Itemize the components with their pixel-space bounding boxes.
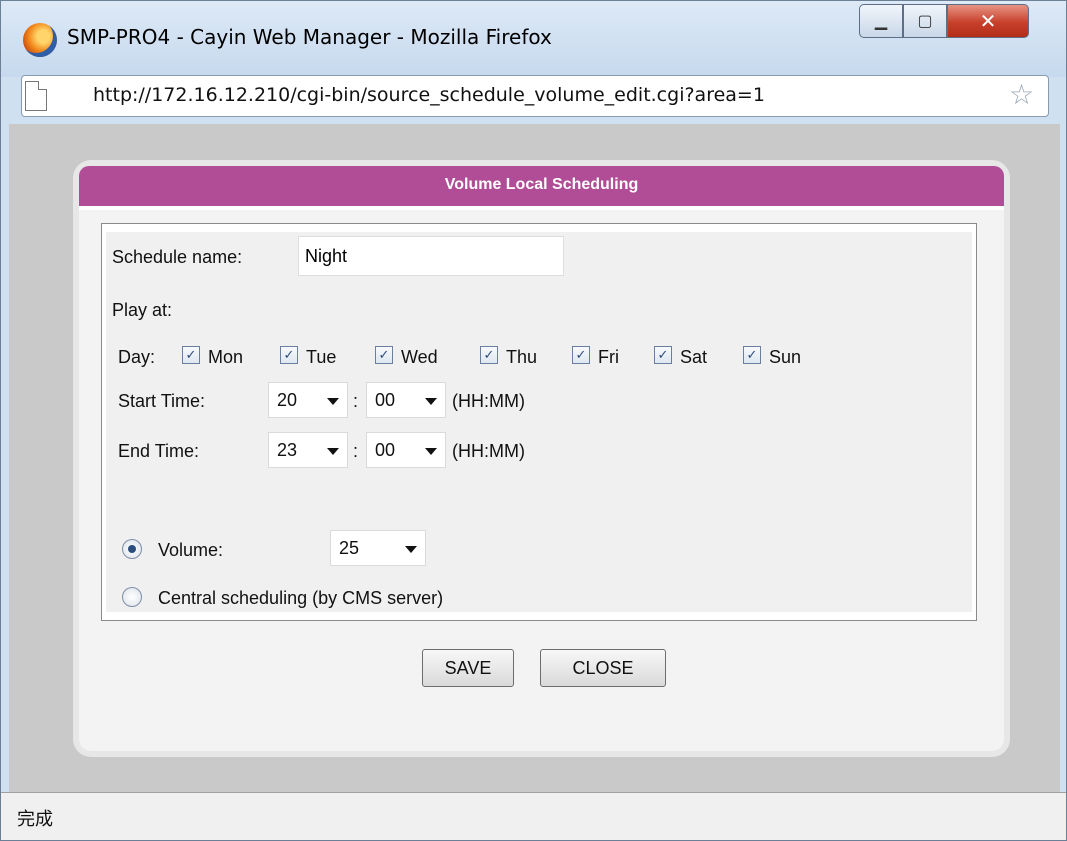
check-icon: ✓ — [575, 347, 587, 362]
schedule-dialog: Volume Local Scheduling Schedule name: P… — [79, 166, 1004, 751]
firefox-icon — [23, 23, 57, 57]
play-at-label: Play at: — [112, 300, 173, 320]
browser-window: SMP-PRO4 - Cayin Web Manager - Mozilla F… — [0, 0, 1067, 841]
status-bar: 完成 — [1, 792, 1066, 840]
form-panel: Schedule name: Play at: Day: ✓ Mon ✓ Tue… — [106, 232, 972, 612]
time-separator: : — [353, 441, 359, 461]
day-checkbox-mon[interactable]: ✓ — [182, 346, 200, 364]
bookmark-star-icon[interactable]: ☆ — [1009, 81, 1034, 109]
chevron-down-icon — [425, 448, 437, 455]
time-separator: : — [353, 391, 359, 411]
day-label-sun: Sun — [769, 347, 802, 367]
day-label-thu: Thu — [506, 347, 538, 367]
chevron-down-icon — [327, 448, 339, 455]
day-label-mon: Mon — [208, 347, 244, 367]
central-scheduling-label: Central scheduling (by CMS server) — [158, 588, 444, 608]
minimize-button[interactable]: ▁ — [859, 4, 903, 38]
schedule-name-input[interactable] — [298, 236, 564, 276]
window-title: SMP-PRO4 - Cayin Web Manager - Mozilla F… — [67, 25, 552, 49]
day-checkbox-thu[interactable]: ✓ — [480, 346, 498, 364]
start-time-format: (HH:MM) — [452, 391, 525, 411]
central-scheduling-radio[interactable] — [122, 587, 142, 607]
minimize-icon: ▁ — [874, 13, 888, 30]
close-button[interactable]: CLOSE — [540, 649, 666, 687]
header-divider — [79, 204, 1004, 210]
maximize-button[interactable]: ▢ — [903, 4, 947, 38]
end-time-label: End Time: — [118, 441, 200, 461]
check-icon: ✓ — [283, 347, 295, 362]
start-hour-value: 20 — [277, 390, 298, 410]
maximize-icon: ▢ — [917, 13, 933, 30]
day-checkbox-tue[interactable]: ✓ — [280, 346, 298, 364]
end-hour-select[interactable]: 23 — [268, 432, 348, 468]
end-minute-select[interactable]: 00 — [366, 432, 446, 468]
start-time-label: Start Time: — [118, 391, 206, 411]
volume-radio[interactable] — [122, 539, 142, 559]
day-label-tue: Tue — [306, 347, 337, 367]
schedule-name-label: Schedule name: — [112, 247, 243, 267]
volume-value: 25 — [339, 538, 360, 558]
end-time-format: (HH:MM) — [452, 441, 525, 461]
chevron-down-icon — [425, 398, 437, 405]
day-checkbox-wed[interactable]: ✓ — [375, 346, 393, 364]
day-label-sat: Sat — [680, 347, 708, 367]
chevron-down-icon — [405, 546, 417, 553]
check-icon: ✓ — [746, 347, 758, 362]
check-icon: ✓ — [483, 347, 495, 362]
schedule-form: Schedule name: Play at: Day: ✓ Mon ✓ Tue… — [101, 223, 977, 621]
start-minute-value: 00 — [375, 390, 396, 410]
save-button[interactable]: SAVE — [422, 649, 514, 687]
check-icon: ✓ — [185, 347, 197, 362]
day-checkbox-fri[interactable]: ✓ — [572, 346, 590, 364]
title-bar: SMP-PRO4 - Cayin Web Manager - Mozilla F… — [1, 1, 1066, 77]
day-checkbox-sun[interactable]: ✓ — [743, 346, 761, 364]
page-icon — [25, 81, 47, 111]
check-icon: ✓ — [378, 347, 390, 362]
end-hour-value: 23 — [277, 440, 298, 460]
close-window-button[interactable]: ✕ — [947, 4, 1029, 38]
end-minute-value: 00 — [375, 440, 396, 460]
dialog-header: Volume Local Scheduling — [79, 166, 1004, 204]
volume-label: Volume: — [158, 540, 224, 560]
day-checkbox-sat[interactable]: ✓ — [654, 346, 672, 364]
close-icon: ✕ — [979, 10, 997, 33]
address-url[interactable]: http://172.16.12.210/cgi-bin/source_sche… — [93, 84, 765, 106]
start-hour-select[interactable]: 20 — [268, 382, 348, 418]
day-label-fri: Fri — [598, 347, 619, 367]
day-label: Day: — [118, 347, 156, 367]
start-minute-select[interactable]: 00 — [366, 382, 446, 418]
day-label-wed: Wed — [401, 347, 438, 367]
chevron-down-icon — [327, 398, 339, 405]
volume-select[interactable]: 25 — [330, 530, 426, 566]
status-text: 完成 — [17, 809, 53, 830]
check-icon: ✓ — [657, 347, 669, 362]
